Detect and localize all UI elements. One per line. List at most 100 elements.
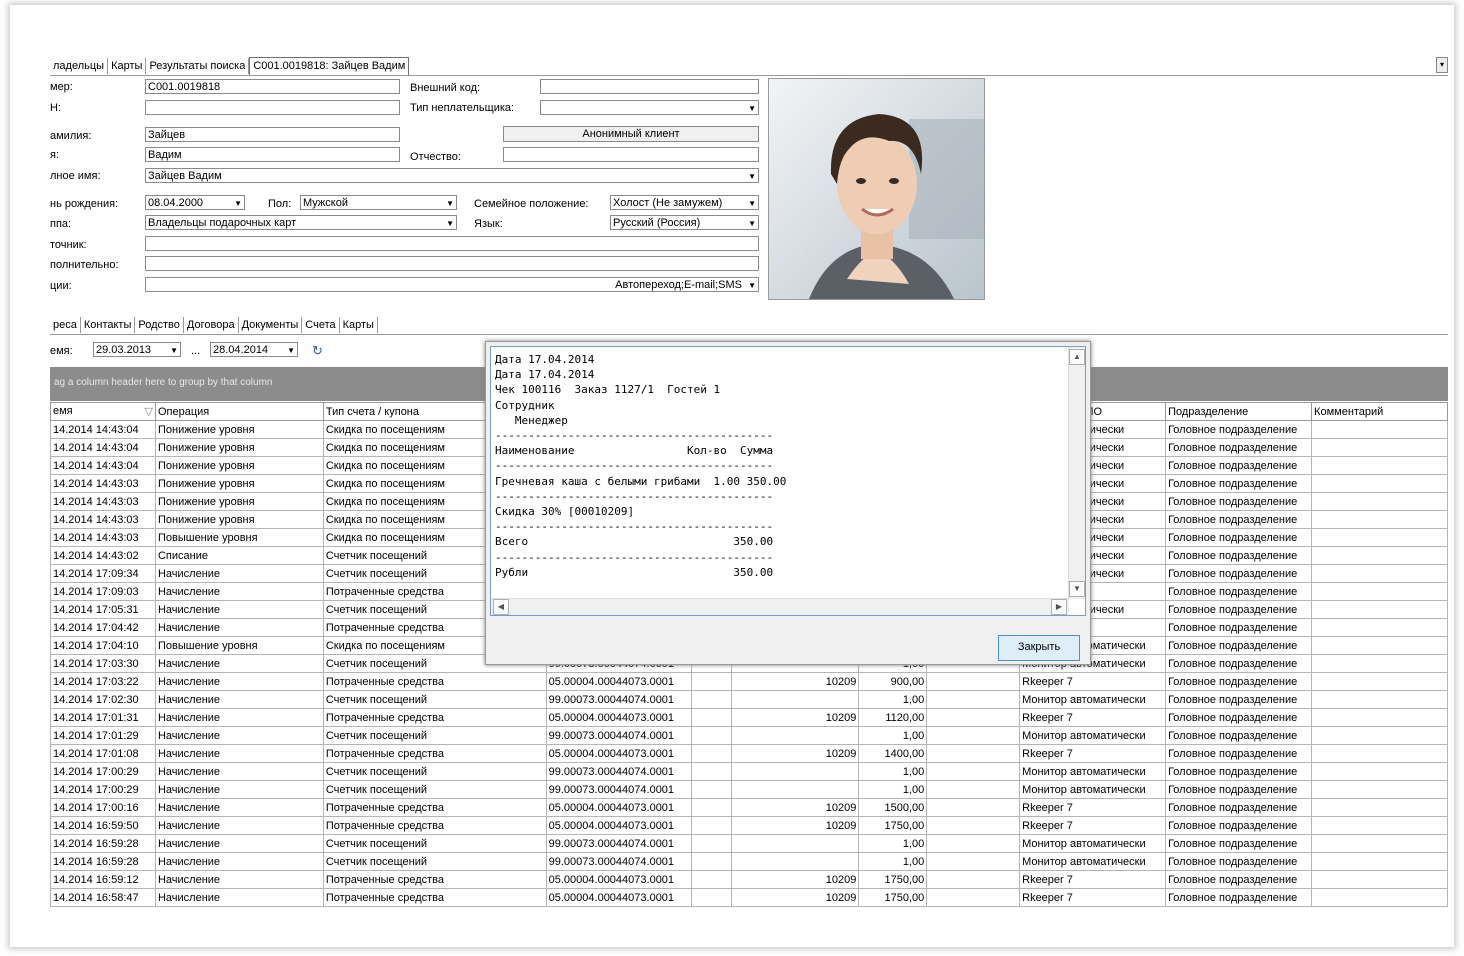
tabs-menu-button[interactable]: ▾ — [1436, 57, 1448, 73]
tab-cards[interactable]: Карты — [108, 58, 147, 74]
cell-classifier: Монитор автоматически — [1019, 762, 1167, 781]
surname-label: амилия: — [50, 130, 92, 142]
horizontal-scrollbar[interactable]: ◀ ▶ — [491, 598, 1069, 615]
period-from-picker[interactable]: 29.03.2013 ▼ — [93, 342, 181, 357]
group-select[interactable]: Владельцы подарочных карт ▼ — [145, 215, 457, 230]
cell-discount: 10209 — [730, 888, 860, 907]
cell-comment — [1311, 474, 1448, 493]
cell-department: Головное подразделение — [1165, 420, 1313, 439]
subtab-documents[interactable]: Документы — [239, 317, 303, 333]
anonymous-client-button[interactable]: Анонимный клиент — [503, 126, 759, 142]
detail-tabs: реса Контакты Родство Договора Документы Счет… — [50, 317, 378, 335]
table-row[interactable]: 14.2014 17:00:16 Начисление Потраченные ср… — [50, 798, 1448, 817]
table-row[interactable]: 14.2014 16:59:12 Начисление Потраченные ср… — [50, 870, 1448, 889]
cell-classifier: Монитор автоматически — [1019, 780, 1167, 799]
table-row[interactable]: 14.2014 16:58:47 Начисление Потраченные ср… — [50, 888, 1448, 907]
cell-time: 14.2014 16:59:50 — [50, 816, 156, 835]
table-row[interactable]: 14.2014 17:00:29 Начисление Счетчик посеще… — [50, 762, 1448, 781]
col-comment[interactable]: Комментарий — [1311, 402, 1448, 421]
cell-amount: 1,00 — [858, 690, 928, 709]
col-time[interactable]: емя ▽ — [50, 402, 156, 421]
number-field[interactable]: C001.0019818 — [145, 79, 400, 94]
subtab-cards[interactable]: Карты — [340, 317, 378, 333]
scroll-right-icon[interactable]: ▶ — [1051, 599, 1067, 615]
subtab-addresses[interactable]: реса — [50, 317, 81, 333]
cell-amount: 1,00 — [858, 780, 928, 799]
table-row[interactable]: 14.2014 17:01:08 Начисление Потраченные ср… — [50, 744, 1448, 763]
cell-time: 14.2014 14:43:04 — [50, 456, 156, 475]
marital-label: Семейное положение: — [474, 198, 589, 210]
lang-select[interactable]: Русский (Россия) ▼ — [610, 215, 759, 230]
cell-account-number: 05.00004.00044073.0001 — [545, 870, 692, 889]
table-row[interactable]: 14.2014 17:03:22 Начисление Потраченные ср… — [50, 672, 1448, 691]
tab-client-card[interactable]: С001.0019818: Зайцев Вадим — [249, 57, 410, 75]
receipt-line: Дата 17.04.2014 — [495, 353, 595, 366]
cell-comment — [1311, 528, 1448, 547]
tab-owners[interactable]: ладельцы — [50, 58, 109, 74]
fullname-select[interactable]: Зайцев Вадим ▼ — [145, 168, 759, 183]
col-operation[interactable]: Операция — [154, 402, 324, 421]
close-button[interactable]: Закрыть — [998, 635, 1080, 661]
table-row[interactable]: 14.2014 17:01:29 Начисление Счетчик посеще… — [50, 726, 1448, 745]
cell-department: Головное подразделение — [1165, 474, 1313, 493]
cell-account-type: Счетчик посещений — [322, 690, 547, 709]
channels-select[interactable]: Автопереход;E-mail;SMS ▼ — [145, 277, 759, 292]
cell-operation: Начисление — [154, 654, 324, 673]
cell-account-type: Счетчик посещений — [322, 834, 547, 853]
cell-time: 14.2014 14:43:04 — [50, 420, 156, 439]
scroll-up-icon[interactable]: ▲ — [1069, 349, 1085, 365]
source-field[interactable] — [145, 236, 759, 251]
cell-operation: Начисление — [154, 834, 324, 853]
refresh-icon[interactable]: ↻ — [312, 343, 323, 359]
scroll-left-icon[interactable]: ◀ — [493, 599, 509, 615]
sex-select[interactable]: Мужской ▼ — [300, 195, 457, 210]
cell-amount: 1500,00 — [858, 798, 928, 817]
cell-blank — [690, 834, 732, 853]
col-department[interactable]: Подразделение — [1165, 402, 1313, 421]
cell-discount: 10209 — [730, 816, 860, 835]
tab-search-results[interactable]: Результаты поиска — [146, 58, 250, 74]
subtab-contracts[interactable]: Договора — [184, 317, 239, 333]
cell-account-type: Потраченные средства — [322, 870, 547, 889]
receipt-line: Менеджер — [495, 413, 568, 427]
payer-type-select[interactable]: ▼ — [540, 100, 759, 115]
cell-comment — [1311, 510, 1448, 529]
cell-classifier: Монитор автоматически — [1019, 852, 1167, 871]
cell-operation: Начисление — [154, 744, 324, 763]
subtab-relatives[interactable]: Родство — [135, 317, 184, 333]
chevron-down-icon: ▼ — [748, 219, 756, 228]
extra-field[interactable] — [145, 256, 759, 271]
period-to-picker[interactable]: 28.04.2014 ▼ — [210, 342, 298, 357]
cell-comment — [1311, 492, 1448, 511]
cell-department: Головное подразделение — [1165, 672, 1313, 691]
ext-code-field[interactable] — [540, 79, 759, 94]
surname-field[interactable]: Зайцев — [145, 127, 400, 142]
cell-comment — [1311, 672, 1448, 691]
cell-time: 14.2014 17:03:30 — [50, 654, 156, 673]
chevron-down-icon: ▼ — [170, 346, 178, 355]
cell-extra — [926, 672, 1021, 691]
cell-department: Головное подразделение — [1165, 834, 1313, 853]
birth-date-picker[interactable]: 08.04.2000 ▼ — [145, 195, 245, 210]
table-row[interactable]: 14.2014 16:59:50 Начисление Потраченные ср… — [50, 816, 1448, 835]
table-row[interactable]: 14.2014 17:02:30 Начисление Счетчик посеще… — [50, 690, 1448, 709]
table-row[interactable]: 14.2014 17:00:29 Начисление Счетчик посеще… — [50, 780, 1448, 799]
table-row[interactable]: 14.2014 17:01:31 Начисление Потраченные ср… — [50, 708, 1448, 727]
chevron-down-icon: ▼ — [748, 199, 756, 208]
subtab-accounts[interactable]: Счета — [302, 317, 340, 333]
cell-comment — [1311, 834, 1448, 853]
patronymic-field[interactable] — [503, 147, 759, 162]
subtab-contacts[interactable]: Контакты — [81, 317, 136, 333]
marital-select[interactable]: Холост (Не замужем) ▼ — [610, 195, 759, 210]
name-field[interactable]: Вадим — [145, 147, 400, 162]
cell-operation: Начисление — [154, 564, 324, 583]
extra-label: полнительно: — [50, 259, 119, 271]
cell-account-number: 99.00073.00044074.0001 — [545, 762, 692, 781]
vertical-scrollbar[interactable]: ▲ ▼ — [1068, 347, 1085, 599]
inn-field[interactable] — [145, 100, 400, 115]
cell-comment — [1311, 654, 1448, 673]
table-row[interactable]: 14.2014 16:59:28 Начисление Счетчик посеще… — [50, 852, 1448, 871]
scroll-down-icon[interactable]: ▼ — [1069, 581, 1085, 597]
table-row[interactable]: 14.2014 16:59:28 Начисление Счетчик посеще… — [50, 834, 1448, 853]
cell-operation: Начисление — [154, 870, 324, 889]
